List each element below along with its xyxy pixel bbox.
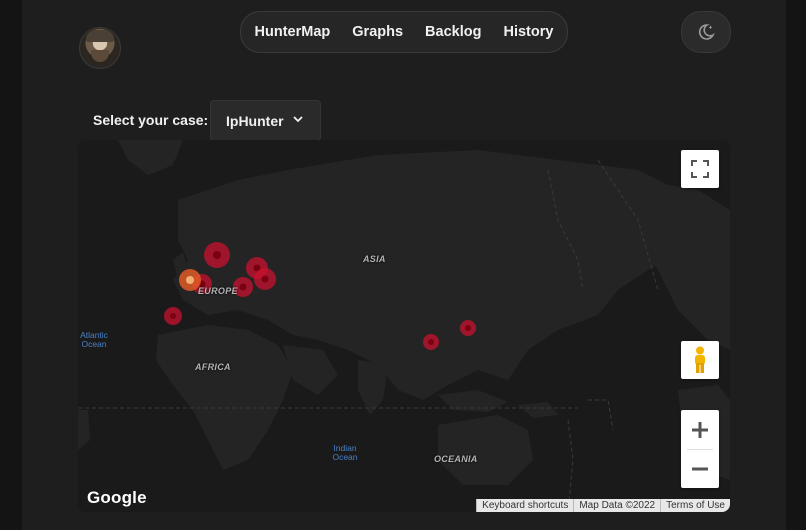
terms-of-use-link[interactable]: Terms of Use	[660, 499, 730, 512]
case-select[interactable]: IpHunter	[210, 100, 321, 141]
chevron-down-icon	[293, 116, 303, 123]
case-select-value: IpHunter	[226, 112, 284, 129]
nav-item-backlog[interactable]: Backlog	[414, 24, 492, 40]
ocean-label-indian: Indian Ocean	[332, 443, 358, 462]
fullscreen-icon	[691, 160, 709, 178]
ocean-label-atlantic: Atlantic Ocean	[80, 330, 108, 349]
map-attribution: Keyboard shortcuts Map Data ©2022 Terms …	[476, 499, 730, 512]
moon-stars-icon	[698, 24, 715, 40]
map-marker	[204, 242, 230, 268]
zoom-divider	[687, 449, 713, 450]
theme-toggle-button[interactable]	[681, 11, 731, 53]
world-map[interactable]: ASIA EUROPE AFRICA OCEANIA Atlantic Ocea…	[78, 140, 730, 512]
nav-item-history[interactable]: History	[492, 24, 564, 40]
region-label-oceania: OCEANIA	[434, 454, 478, 464]
google-logo: Google	[87, 488, 147, 507]
map-marker	[164, 307, 182, 325]
region-label-africa: AFRICA	[195, 362, 231, 372]
map-data-text: Map Data ©2022	[573, 499, 661, 512]
avatar-beard	[91, 50, 109, 62]
plus-icon	[692, 421, 708, 438]
region-label-asia: ASIA	[363, 254, 386, 264]
map-marker	[254, 268, 276, 290]
map-marker	[423, 334, 439, 350]
map-landmass	[78, 140, 730, 512]
keyboard-shortcuts-link[interactable]: Keyboard shortcuts	[476, 499, 574, 512]
nav-item-graphs[interactable]: Graphs	[341, 24, 414, 40]
app-container: HunterMap Graphs Backlog History Select …	[22, 0, 786, 530]
zoom-control	[681, 410, 719, 488]
region-label-europe: EUROPE	[198, 286, 238, 296]
avatar[interactable]	[79, 27, 121, 69]
minus-icon	[692, 467, 708, 470]
fullscreen-button[interactable]	[681, 150, 719, 188]
avatar-cap	[86, 30, 114, 42]
street-view-button[interactable]	[681, 341, 719, 379]
pegman-icon	[695, 346, 705, 373]
zoom-in-button[interactable]	[681, 410, 719, 449]
map-marker	[460, 320, 476, 336]
nav-item-huntermap[interactable]: HunterMap	[244, 24, 342, 40]
case-select-label: Select your case:	[93, 112, 209, 128]
top-nav: HunterMap Graphs Backlog History	[240, 11, 568, 53]
zoom-out-button[interactable]	[681, 449, 719, 488]
